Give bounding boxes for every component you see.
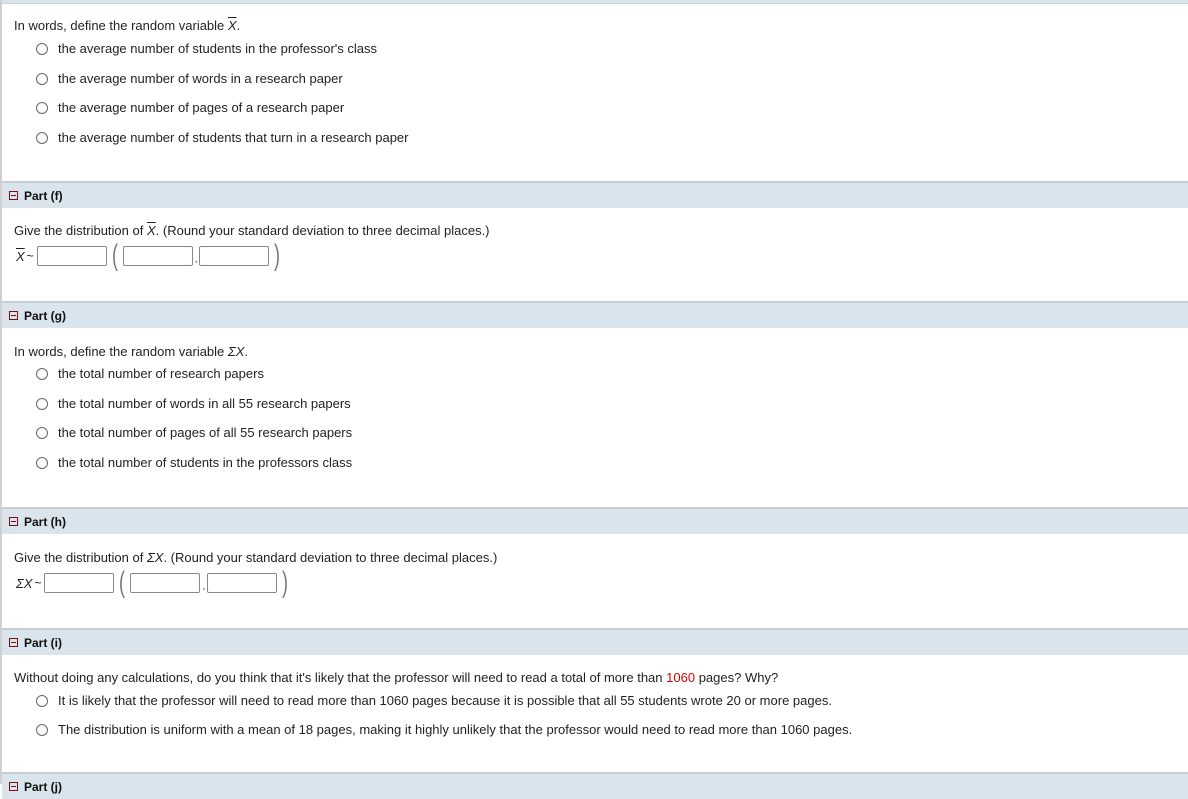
comma: , — [202, 580, 206, 592]
mean-input[interactable] — [130, 573, 201, 593]
std-dev-input[interactable] — [207, 573, 278, 593]
comma: , — [194, 253, 198, 265]
sigma-x-symbol: ΣX — [16, 575, 33, 591]
part-i-option-2[interactable]: The distribution is uniform with a mean … — [36, 722, 852, 737]
question-suffix: . — [244, 344, 249, 359]
radio-button[interactable] — [36, 72, 48, 85]
collapse-icon[interactable] — [9, 517, 18, 526]
part-g-title: Part (g) — [24, 308, 66, 323]
option-label: the total number of words in all 55 rese… — [58, 396, 351, 411]
part-i-header[interactable]: Part (i) — [2, 628, 1188, 655]
option-label: the total number of pages of all 55 rese… — [58, 425, 353, 440]
distribution-input[interactable] — [36, 246, 107, 266]
radio-button[interactable] — [36, 367, 48, 380]
part-g-header[interactable]: Part (g) — [2, 301, 1188, 328]
sigma-x-symbol: ΣX — [227, 344, 245, 359]
part-g-question: In words, define the random variable ΣX. — [14, 344, 248, 359]
open-paren: ( — [111, 239, 118, 272]
radio-button[interactable] — [36, 426, 48, 439]
sigma-x-symbol: ΣX — [146, 550, 164, 565]
option-label: the average number of pages of a researc… — [58, 100, 345, 115]
part-j-title: Part (j) — [24, 779, 63, 794]
question-suffix: . (Round your standard deviation to thre… — [155, 223, 490, 238]
collapse-icon[interactable] — [9, 191, 18, 200]
part-h-header[interactable]: Part (h) — [2, 507, 1188, 534]
option-label: the total number of research papers — [58, 366, 264, 381]
part-h-body: Give the distribution of ΣX. (Round your… — [2, 534, 1188, 628]
tilde: ~ — [34, 576, 42, 590]
question-text: Give the distribution of — [14, 223, 144, 238]
mean-input[interactable] — [122, 246, 193, 266]
part-e-option-4[interactable]: the average number of students that turn… — [36, 130, 409, 145]
part-i-question: Without doing any calculations, do you t… — [14, 670, 778, 685]
open-paren: ( — [119, 566, 126, 599]
question-text: In words, define the random variable — [14, 18, 225, 33]
part-h-question: Give the distribution of ΣX. (Round your… — [14, 550, 497, 565]
x-bar-symbol: X — [227, 18, 237, 33]
option-label: the average number of students in the pr… — [58, 41, 377, 56]
distribution-input[interactable] — [44, 573, 115, 593]
question-text: Without doing any calculations, do you t… — [14, 670, 663, 685]
part-e-option-2[interactable]: the average number of words in a researc… — [36, 71, 343, 86]
part-g-option-1[interactable]: the total number of research papers — [36, 366, 264, 381]
x-bar-symbol: X — [146, 223, 156, 238]
part-j-header[interactable]: Part (j) — [2, 772, 1188, 799]
option-label: It is likely that the professor will nee… — [58, 693, 832, 708]
part-f-header[interactable]: Part (f) — [2, 181, 1188, 208]
option-label: the average number of students that turn… — [58, 130, 409, 145]
part-e-question: In words, define the random variable X. — [14, 18, 240, 33]
question-suffix: . (Round your standard deviation to thre… — [163, 550, 498, 565]
part-g-option-2[interactable]: the total number of words in all 55 rese… — [36, 396, 351, 411]
radio-button[interactable] — [36, 694, 48, 707]
highlighted-value: 1060 — [666, 670, 696, 685]
radio-button[interactable] — [36, 42, 48, 55]
question-text: Give the distribution of — [14, 550, 144, 565]
part-f-question: Give the distribution of X. (Round your … — [14, 223, 490, 238]
part-f-distribution: X ~ ( , ) — [16, 239, 285, 272]
std-dev-input[interactable] — [199, 246, 270, 266]
part-e-option-1[interactable]: the average number of students in the pr… — [36, 41, 377, 56]
part-i-title: Part (i) — [24, 635, 63, 650]
part-f-body: Give the distribution of X. (Round your … — [2, 208, 1188, 301]
part-h-distribution: ΣX ~ ( , ) — [16, 566, 293, 599]
collapse-icon[interactable] — [9, 782, 18, 791]
option-label: The distribution is uniform with a mean … — [58, 722, 853, 737]
close-paren: ) — [282, 566, 289, 599]
question-suffix: pages? Why? — [698, 670, 779, 685]
part-e-option-3[interactable]: the average number of pages of a researc… — [36, 100, 344, 115]
question-text: In words, define the random variable — [14, 344, 225, 359]
radio-button[interactable] — [36, 723, 48, 736]
collapse-icon[interactable] — [9, 311, 18, 320]
part-g-option-3[interactable]: the total number of pages of all 55 rese… — [36, 425, 352, 440]
part-g-body: In words, define the random variable ΣX.… — [2, 328, 1188, 507]
part-f-title: Part (f) — [24, 188, 63, 203]
tilde: ~ — [26, 249, 34, 263]
option-label: the average number of words in a researc… — [58, 71, 343, 86]
radio-button[interactable] — [36, 131, 48, 144]
x-bar-symbol: X — [16, 248, 25, 264]
collapse-icon[interactable] — [9, 638, 18, 647]
option-label: the total number of students in the prof… — [58, 455, 353, 470]
close-paren: ) — [274, 239, 281, 272]
part-h-title: Part (h) — [24, 514, 66, 529]
question-suffix: . — [236, 18, 241, 33]
radio-button[interactable] — [36, 397, 48, 410]
part-i-body: Without doing any calculations, do you t… — [2, 655, 1188, 772]
part-g-option-4[interactable]: the total number of students in the prof… — [36, 455, 352, 470]
part-e-body: In words, define the random variable X. … — [2, 4, 1188, 181]
radio-button[interactable] — [36, 101, 48, 114]
radio-button[interactable] — [36, 456, 48, 469]
question-page: In words, define the random variable X. … — [0, 0, 1188, 799]
part-i-option-1[interactable]: It is likely that the professor will nee… — [36, 693, 832, 708]
